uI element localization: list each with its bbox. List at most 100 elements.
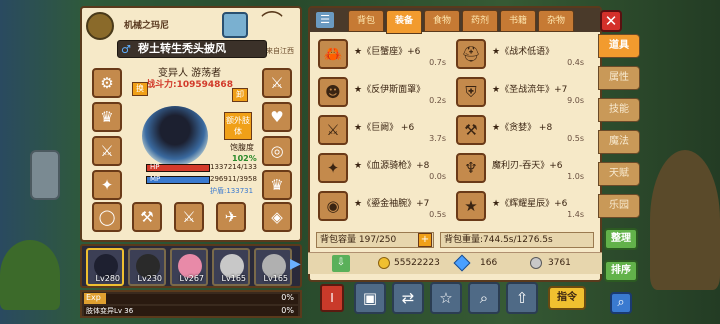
lance-icon: ✦ — [318, 153, 348, 183]
item-4[interactable]: ⚔ ★《巨阙》 +6 3.7s — [318, 114, 454, 150]
unload-button[interactable]: 卸 — [232, 88, 248, 102]
hp-label: HP — [150, 163, 160, 171]
character-sprite — [142, 106, 208, 166]
slot-weapon-3[interactable]: ⚔ — [174, 202, 204, 232]
axe-icon: ⚒ — [456, 115, 486, 145]
menu-icon[interactable]: ☰ — [316, 12, 334, 28]
swap-button[interactable]: 换 — [132, 82, 148, 96]
exchange-icon[interactable]: ⇄ — [392, 282, 424, 314]
exp-panel: Exp 0% 肢体变异Lv 36 0% — [80, 290, 302, 318]
extra-limb-button[interactable]: 额外肢体 — [224, 112, 252, 140]
mp-value: 296911/3958 — [210, 175, 257, 183]
hanger-icon[interactable]: ⌒ — [258, 12, 286, 38]
item-9[interactable]: ★ ★《辉耀星辰》+6 1.4s — [456, 190, 592, 226]
fullness-value: 102% — [232, 154, 257, 163]
item-6[interactable]: ✦ ★《血源骑枪》+8 0.0s — [318, 152, 454, 188]
star-badge-icon[interactable]: ☆ — [430, 282, 462, 314]
inventory-tabs: ☰ 背包 装备 食物 药剂 书籍 杂物 — [310, 8, 600, 34]
silver-value: 3761 — [548, 258, 571, 268]
command-button[interactable]: 指令 — [548, 286, 586, 310]
zoom-search-icon[interactable]: ⌕ — [610, 292, 632, 314]
tab-potion[interactable]: 药剂 — [462, 10, 498, 32]
side-tab-attributes[interactable]: 属性 — [598, 66, 640, 90]
tree-right — [650, 150, 720, 290]
recycle-icon[interactable]: Ⅰ — [320, 284, 344, 312]
order-button[interactable]: 排序 — [604, 260, 638, 282]
bracer-icon: ◉ — [318, 191, 348, 221]
fullness-label: 饱腹度 — [230, 143, 254, 152]
limb-exp-label: 肢体变异Lv 36 — [86, 307, 134, 315]
tab-backpack[interactable]: 背包 — [348, 10, 384, 32]
slot-weapon-5[interactable]: ◈ — [262, 202, 292, 232]
slot-cloak[interactable]: ♛ — [92, 102, 122, 132]
slot-accessory-3[interactable]: ◎ — [262, 136, 292, 166]
capacity-label: 背包容量 197/250 — [316, 232, 434, 248]
portrait-5[interactable]: Lv165 — [254, 248, 292, 286]
slot-accessory-2[interactable]: ♥ — [262, 102, 292, 132]
upgrade-icon[interactable]: ⇧ — [506, 282, 538, 314]
portrait-1[interactable]: Lv280 — [86, 248, 124, 286]
item-2[interactable]: ☻ ★《反伊斯面罩》 0.2s — [318, 76, 454, 112]
slot-head[interactable]: ⚙ — [92, 68, 122, 98]
gender-icon: ♂ — [121, 43, 131, 56]
helmet-icon: ⛑ — [456, 39, 486, 69]
limb-exp-percent: 0% — [281, 306, 294, 315]
item-0[interactable]: 🦀 ★《巨蟹座》+6 0.7s — [318, 38, 454, 74]
portrait-3[interactable]: Lv267 — [170, 248, 208, 286]
slot-accessory-4[interactable]: ♛ — [262, 170, 292, 200]
inventory-panel: ☰ 背包 装备 食物 药剂 书籍 杂物 🦀 ★《巨蟹座》+6 0.7s ⛑ ★《战术低… — [308, 6, 602, 282]
close-button[interactable]: ✕ — [600, 10, 622, 32]
tab-food[interactable]: 食物 — [424, 10, 460, 32]
deposit-icon[interactable]: ⇩ — [332, 255, 350, 272]
tab-misc[interactable]: 杂物 — [538, 10, 574, 32]
shield-value: 护盾:133731 — [210, 187, 254, 195]
party-portraits: Lv280 Lv230 Lv267 Lv165 Lv165 — [80, 244, 302, 288]
hero-name-plate: ♂ 秽土转生秃头披风 — [117, 40, 267, 58]
tab-equipment[interactable]: 装备 — [386, 10, 422, 34]
book-icon[interactable]: ▣ — [354, 282, 386, 314]
tree-left — [0, 240, 60, 310]
side-tab-skills[interactable]: 技能 — [598, 98, 640, 122]
slot-weapon-4[interactable]: ✈ — [216, 202, 246, 232]
action-bar: Ⅰ ▣ ⇄ ☆ ⌕ ⇧ 指令 — [320, 280, 590, 316]
item-1[interactable]: ⛑ ★《战术低语》 0.4s — [456, 38, 592, 74]
item-8[interactable]: ◉ ★《鎏金袖腕》+7 0.5s — [318, 190, 454, 226]
exp-percent: 0% — [281, 293, 294, 302]
crystal-icon[interactable] — [222, 12, 248, 38]
exp-bar — [84, 294, 298, 304]
gold-value: 55522223 — [394, 258, 440, 268]
portrait-4[interactable]: Lv165 — [212, 248, 250, 286]
item-3[interactable]: ⛨ ★《圣战流年》+7 9.0s — [456, 76, 592, 112]
slot-weapon-1[interactable]: ◯ — [92, 202, 122, 232]
class-emblem-icon — [86, 12, 114, 40]
shield-icon: ⛨ — [456, 77, 486, 107]
item-5[interactable]: ⚒ ★《贪婪》 +8 0.5s — [456, 114, 592, 150]
weight-label: 背包重量:744.5s/1276.5s — [440, 232, 594, 248]
origin-label: 来自江西 — [266, 47, 294, 55]
slot-weapon-2[interactable]: ⚒ — [132, 202, 162, 232]
search-icon[interactable]: ⌕ — [468, 282, 500, 314]
currency-bar: ⇩ 55522223 166 3761 — [308, 252, 602, 274]
side-tab-talent[interactable]: 天赋 — [598, 162, 640, 186]
combat-power: 战斗力:109594868 — [146, 80, 233, 90]
silver-icon — [530, 257, 542, 269]
portrait-next-arrow-icon[interactable]: ▶ — [290, 256, 301, 272]
crab-icon: 🦀 — [318, 39, 348, 69]
item-7[interactable]: ♆ 魔利刃-吞天》+6 1.0s — [456, 152, 592, 188]
sword-icon: ⚔ — [318, 115, 348, 145]
slot-accessory-1[interactable]: ⚔ — [262, 68, 292, 98]
gold-icon — [378, 257, 390, 269]
mp-label: MP — [150, 175, 161, 183]
side-tab-paradise[interactable]: 乐园 — [598, 194, 640, 218]
tab-books[interactable]: 书籍 — [500, 10, 536, 32]
side-tab-magic[interactable]: 魔法 — [598, 130, 640, 154]
character-title: 机械之玛尼 — [124, 21, 170, 31]
expand-capacity-button[interactable]: + — [418, 233, 432, 247]
portrait-2[interactable]: Lv230 — [128, 248, 166, 286]
side-tab-items[interactable]: 道具 — [598, 34, 640, 58]
slot-body[interactable]: ⚔ — [92, 136, 122, 166]
gem-value: 166 — [480, 258, 498, 268]
sort-button[interactable]: 整理 — [604, 228, 638, 250]
slot-legs[interactable]: ✦ — [92, 170, 122, 200]
star-icon: ★ — [456, 191, 486, 221]
